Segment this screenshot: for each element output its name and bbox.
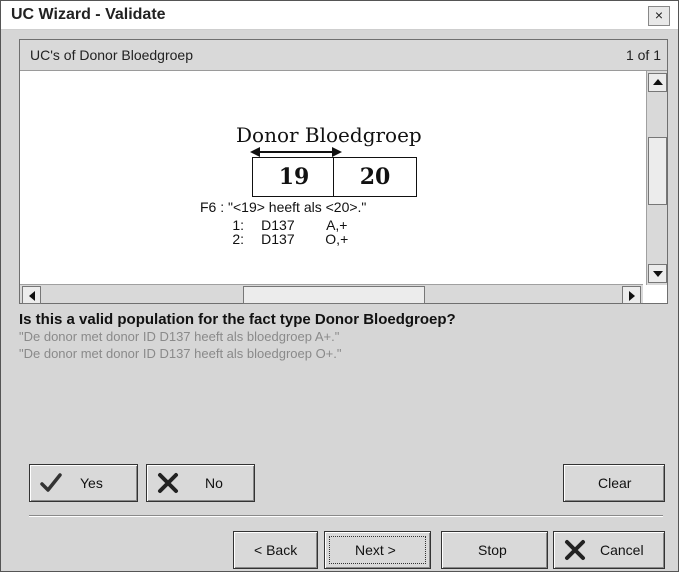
horizontal-scroll-thumb[interactable] — [243, 286, 425, 304]
close-button[interactable]: × — [648, 6, 670, 26]
x-icon — [565, 540, 585, 560]
arrow-up-icon — [653, 79, 663, 85]
row-number: 2: — [232, 231, 244, 247]
population-row: 2: D137 O,+ — [220, 231, 362, 247]
stop-button[interactable]: Stop — [441, 531, 548, 569]
scroll-left-button[interactable] — [22, 286, 41, 304]
back-button[interactable]: < Back — [233, 531, 318, 569]
no-label: No — [205, 475, 223, 491]
x-icon — [158, 473, 178, 493]
verbalization-sentence: "De donor met donor ID D137 heeft als bl… — [19, 346, 342, 361]
uniqueness-arrow — [254, 151, 336, 153]
scroll-right-button[interactable] — [622, 286, 641, 304]
next-label: Next > — [355, 542, 396, 558]
panel-header: UC's of Donor Bloedgroep 1 of 1 — [20, 40, 667, 71]
role-box-19: 19 — [252, 157, 336, 197]
no-button[interactable]: No — [146, 464, 255, 502]
horizontal-scrollbar[interactable] — [20, 284, 643, 304]
panel-title: UC's of Donor Bloedgroep — [30, 47, 193, 63]
back-label: < Back — [254, 542, 298, 558]
wizard-window: UC Wizard - Validate × UC's of Donor Blo… — [0, 0, 679, 572]
yes-label: Yes — [80, 475, 103, 491]
vertical-scrollbar[interactable] — [646, 71, 667, 285]
fact-type-title: Donor Bloedgroep — [236, 123, 422, 147]
arrow-left-icon — [29, 291, 35, 301]
verbalization-sentence: "De donor met donor ID D137 heeft als bl… — [19, 329, 340, 344]
next-button[interactable]: Next > — [324, 531, 431, 569]
role-box-20: 20 — [333, 157, 417, 197]
panel-counter: 1 of 1 — [625, 47, 661, 63]
window-title: UC Wizard - Validate — [11, 6, 166, 23]
vertical-scroll-thumb[interactable] — [648, 137, 667, 205]
validation-question: Is this a valid population for the fact … — [19, 311, 456, 328]
fact-type-view: Donor Bloedgroep 19 20 F6 : "<19> heeft … — [20, 71, 643, 285]
clear-label: Clear — [598, 475, 632, 491]
uc-panel: UC's of Donor Bloedgroep 1 of 1 Donor Bl… — [19, 39, 668, 304]
scroll-down-button[interactable] — [648, 264, 667, 283]
clear-button[interactable]: Clear — [563, 464, 665, 502]
row-donor-id: D137 — [261, 231, 295, 247]
arrow-left-head-icon — [250, 147, 260, 157]
title-bar: UC Wizard - Validate × — [1, 1, 678, 30]
arrow-down-icon — [653, 271, 663, 277]
checkmark-icon — [40, 473, 62, 492]
separator — [29, 515, 663, 517]
fact-reading: F6 : "<19> heeft als <20>." — [200, 199, 367, 215]
arrow-right-head-icon — [332, 147, 342, 157]
row-bloodgroup: O,+ — [325, 231, 349, 247]
yes-button[interactable]: Yes — [29, 464, 138, 502]
scroll-up-button[interactable] — [648, 73, 667, 92]
cancel-button[interactable]: Cancel — [553, 531, 665, 569]
arrow-right-icon — [629, 291, 635, 301]
stop-label: Stop — [478, 542, 507, 558]
cancel-label: Cancel — [600, 542, 644, 558]
